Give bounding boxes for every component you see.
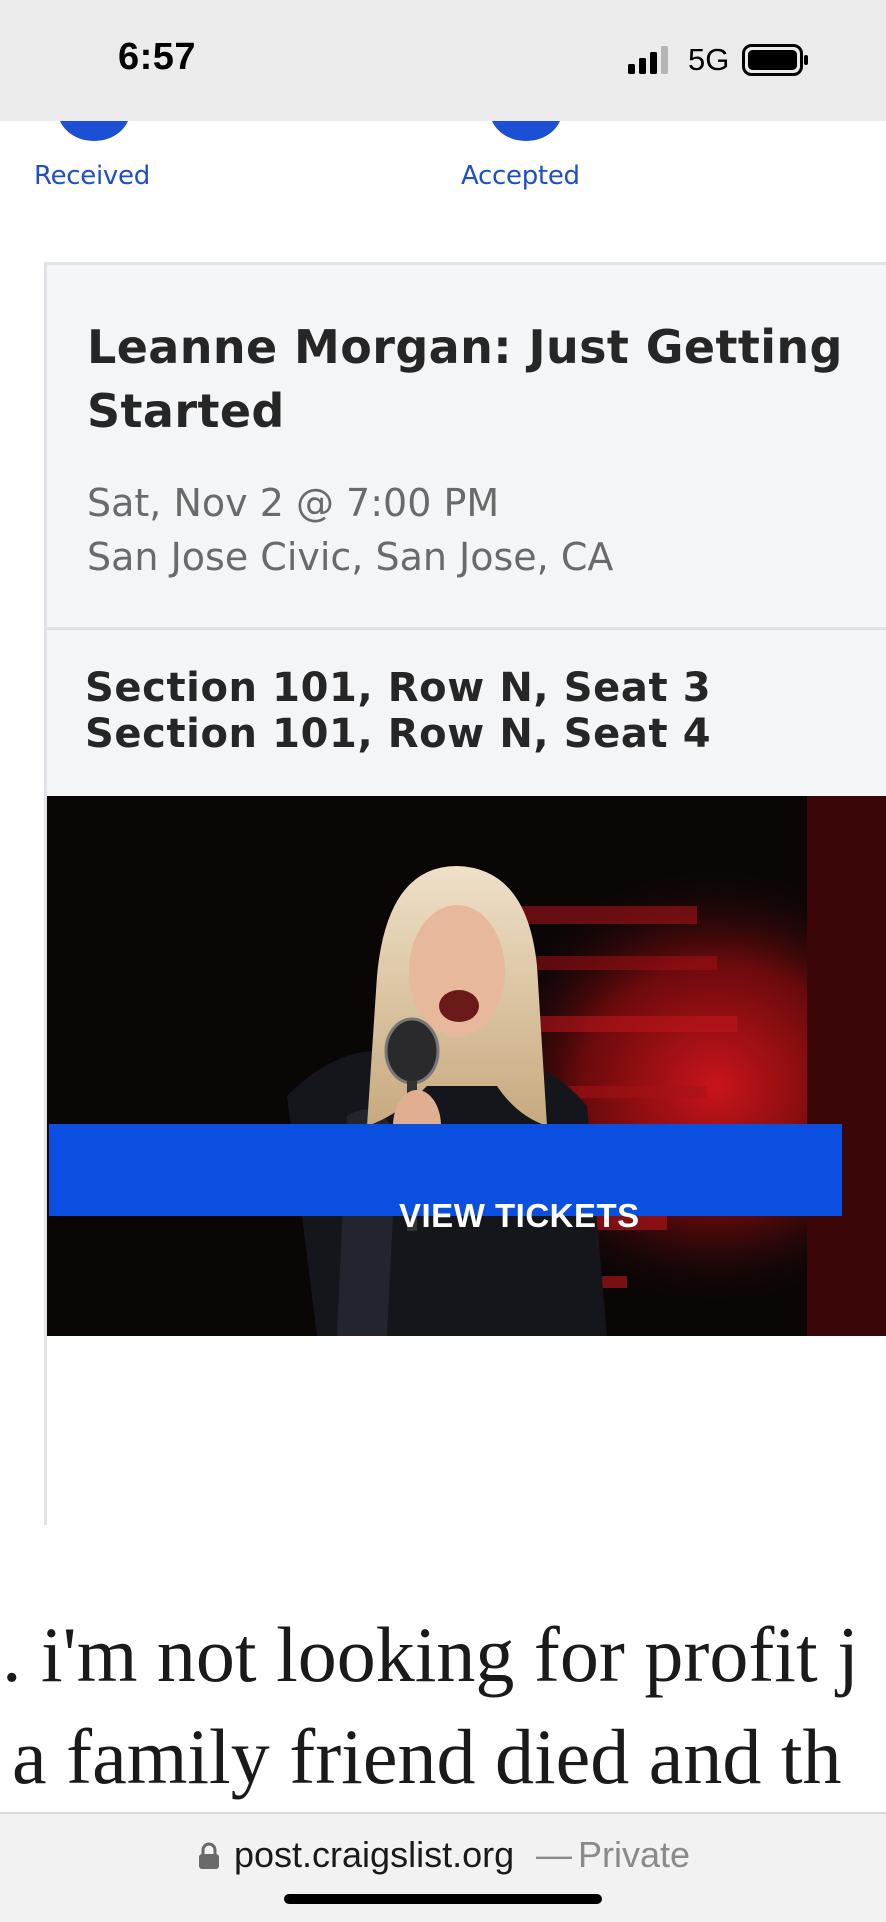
status-time: 6:57	[118, 36, 197, 78]
card-footer	[47, 1336, 886, 1525]
event-title: Leanne Morgan: Just Getting Started	[87, 320, 843, 438]
post-body-line: . i'm not looking for profit j	[2, 1611, 859, 1698]
status-bar: 6:57 5G	[0, 0, 886, 121]
event-venue: San Jose Civic, San Jose, CA	[87, 535, 614, 579]
order-status-tracker: Received Accepted	[0, 121, 886, 261]
card-divider	[47, 627, 886, 630]
received-step-icon	[58, 121, 130, 141]
lock-icon	[199, 1842, 219, 1869]
cellular-signal-icon	[628, 46, 668, 74]
view-tickets-button[interactable]: VIEW TICKETS	[49, 1124, 842, 1234]
battery-full-icon	[742, 44, 808, 76]
network-label: 5G	[688, 42, 730, 77]
seat-line: Section 101, Row N, Seat 3	[85, 665, 712, 711]
browser-url-bar[interactable]: post.craigslist.org — Private	[0, 1812, 886, 1922]
home-indicator[interactable]	[284, 1894, 602, 1904]
step-label-received: Received	[34, 161, 150, 191]
view-tickets-label: VIEW TICKETS	[399, 1197, 640, 1234]
event-datetime: Sat, Nov 2 @ 7:00 PM	[87, 481, 500, 525]
url-domain[interactable]: post.craigslist.org	[234, 1834, 514, 1876]
browsing-mode-label: Private	[578, 1834, 691, 1875]
ticket-card: Leanne Morgan: Just Getting Started Sat,…	[44, 262, 886, 1525]
url-separator: —	[536, 1834, 572, 1875]
post-body-line: a family friend died and th	[12, 1713, 842, 1800]
step-label-accepted: Accepted	[461, 161, 580, 191]
accepted-step-icon	[490, 121, 562, 141]
seat-line: Section 101, Row N, Seat 4	[85, 711, 712, 757]
